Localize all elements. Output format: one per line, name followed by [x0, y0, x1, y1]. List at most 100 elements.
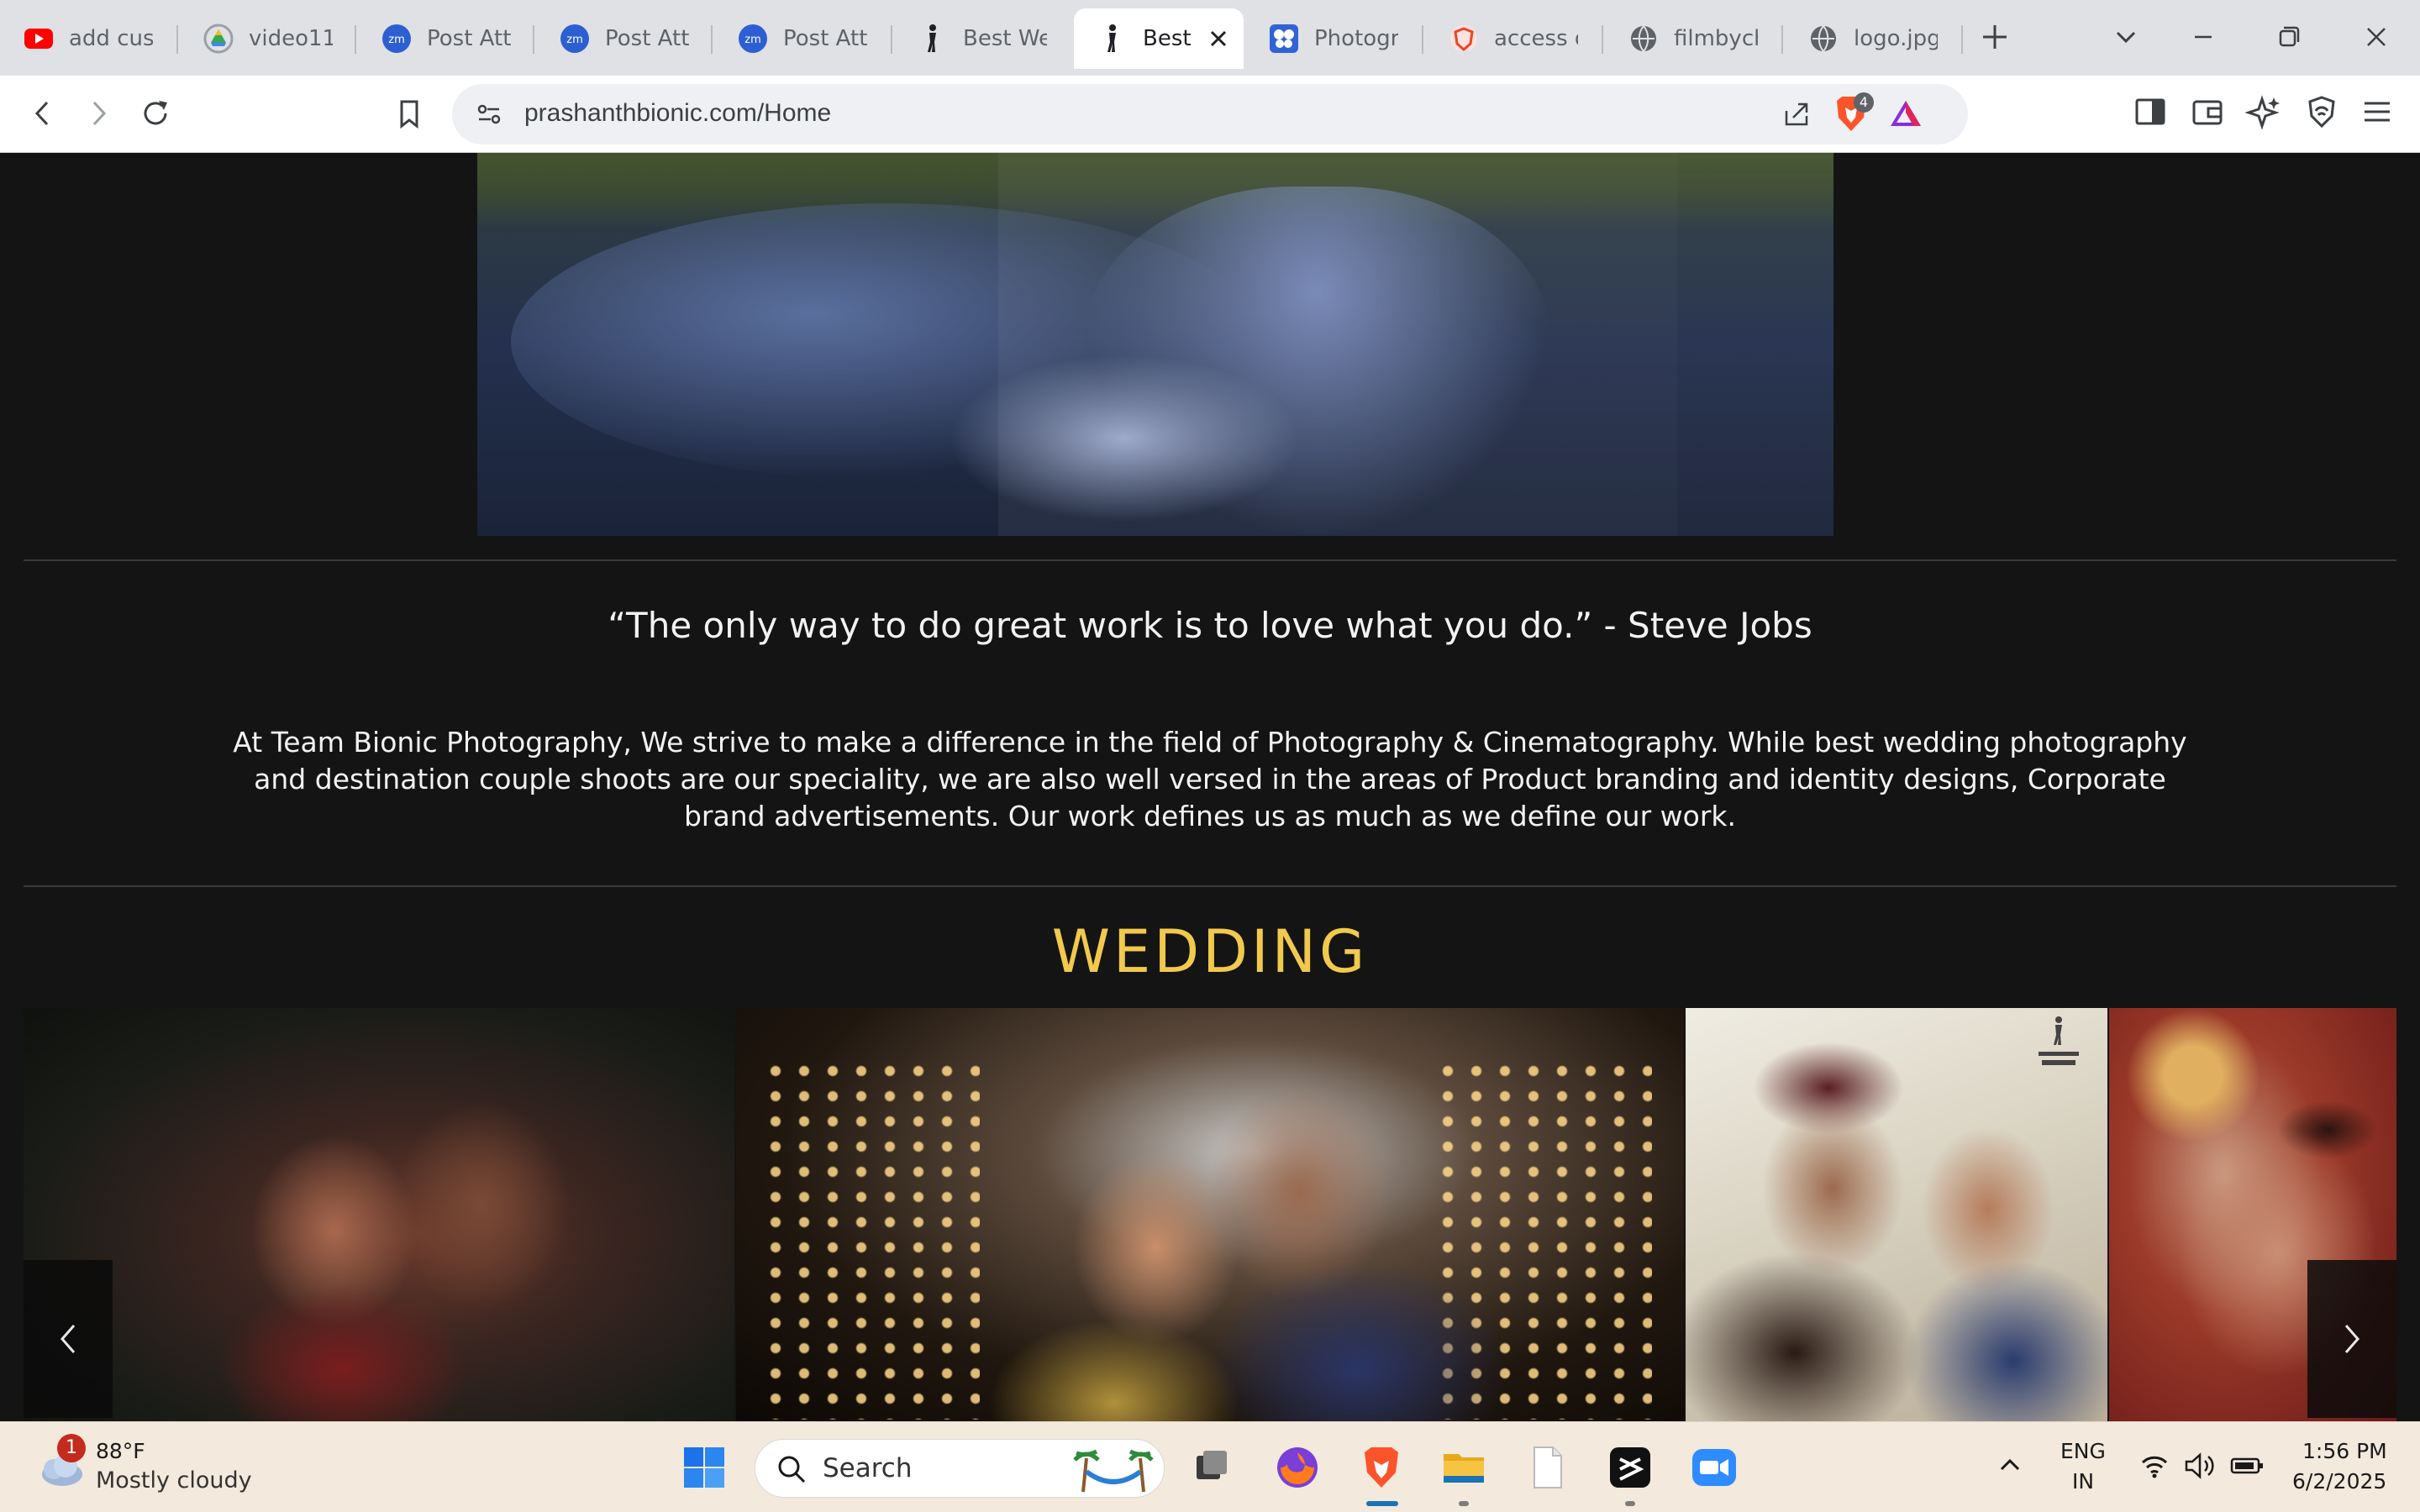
zoom-app-icon[interactable] [1689, 1442, 1739, 1493]
butterfly-icon [1269, 24, 1299, 54]
gallery-photo[interactable] [1686, 1008, 2107, 1421]
leo-ai-icon[interactable] [2244, 92, 2284, 131]
menu-icon[interactable] [2358, 92, 2396, 131]
globe-icon [1808, 24, 1839, 54]
section-divider [24, 559, 2396, 561]
section-divider [24, 885, 2396, 887]
tab-separator [1781, 25, 1783, 54]
gallery-photo[interactable] [24, 1008, 734, 1421]
tab-label: filmbych [1674, 26, 1758, 51]
tab-separator [1961, 25, 1963, 54]
weather-condition[interactable]: Mostly cloudy [96, 1467, 252, 1494]
beach-hammock-icon [1071, 1445, 1155, 1494]
minimize-icon[interactable] [2185, 18, 2222, 55]
tab-label: Post Att [605, 26, 689, 51]
chevron-up-icon[interactable] [1993, 1447, 2027, 1484]
tab-separator [533, 25, 534, 54]
bionic-logo-icon [1097, 24, 1128, 54]
url-text[interactable]: prashanthbionic.com/Home [524, 99, 831, 128]
tab-separator [1602, 25, 1603, 54]
tab-logo-jpg[interactable]: logo.jpg [1785, 8, 1963, 69]
tab-label: Photogr [1314, 26, 1398, 51]
wifi-icon[interactable] [2138, 1447, 2171, 1484]
back-arrow-icon[interactable] [24, 94, 62, 133]
google-drive-icon [203, 24, 234, 54]
tab-separator [711, 25, 713, 54]
tab-strip: add cust video11 zm Post Att zm Post Att… [0, 0, 2420, 76]
reload-icon[interactable] [136, 94, 175, 133]
gallery-photo[interactable] [736, 1008, 1684, 1421]
close-icon[interactable] [1207, 27, 1230, 50]
windows-taskbar: 1 88°F Mostly cloudy Search ENG IN 1:56 … [0, 1421, 2420, 1512]
globe-icon [1628, 24, 1659, 54]
tab-zoom-2[interactable]: zm Post Att [536, 8, 713, 69]
wallet-icon[interactable] [2188, 92, 2227, 131]
close-window-icon[interactable] [2358, 18, 2395, 55]
share-icon[interactable] [1778, 96, 1815, 133]
clock-time[interactable]: 1:56 PM [2302, 1439, 2387, 1463]
tab-label: add cust [69, 26, 153, 51]
gallery-next-button[interactable] [2307, 1260, 2396, 1418]
tab-youtube[interactable]: add cust [0, 8, 178, 69]
weather-temperature[interactable]: 88°F [96, 1439, 145, 1463]
bionic-logo-icon [918, 24, 948, 54]
active-app-indicator [1366, 1501, 1398, 1506]
tab-photography[interactable]: Photogr [1245, 8, 1423, 69]
zoom-icon: zm [560, 24, 590, 54]
tab-best-wedding-active[interactable]: Best [1074, 8, 1244, 69]
svg-text:zm: zm [744, 34, 761, 46]
youtube-icon [24, 24, 54, 54]
tab-separator [891, 25, 892, 54]
tab-zoom-3[interactable]: zm Post Att [714, 8, 892, 69]
tab-google-drive[interactable]: video11 [180, 8, 356, 69]
about-paragraph: At Team Bionic Photography, We strive to… [233, 726, 2187, 832]
tab-search-chevron-down-icon[interactable] [2107, 18, 2144, 55]
tab-label: video11 [249, 26, 333, 51]
capcut-icon[interactable] [1605, 1442, 1655, 1493]
taskbar-search-box[interactable]: Search [755, 1439, 1165, 1498]
restore-icon[interactable] [2270, 18, 2307, 55]
new-tab-button[interactable] [1975, 17, 2015, 57]
site-settings-icon[interactable] [471, 96, 508, 133]
zoom-icon: zm [381, 24, 412, 54]
volume-icon[interactable] [2181, 1447, 2218, 1484]
svg-text:zm: zm [388, 34, 405, 46]
brave-shields-icon[interactable]: 4 [1830, 92, 1874, 136]
sidebar-toggle-icon[interactable] [2131, 92, 2170, 131]
forward-arrow-icon[interactable] [79, 94, 118, 133]
tab-best-wedding-1[interactable]: Best We [894, 8, 1072, 69]
gallery-prev-button[interactable] [24, 1260, 113, 1418]
tab-access[interactable]: access d [1425, 8, 1603, 69]
tab-filmbych[interactable]: filmbych [1605, 8, 1783, 69]
clock-date[interactable]: 6/2/2025 [2292, 1469, 2386, 1494]
language-indicator[interactable]: ENG [2060, 1439, 2106, 1463]
tab-label: access d [1494, 26, 1578, 51]
page-content: “The only way to do great work is to lov… [0, 153, 2420, 1421]
search-icon [774, 1452, 809, 1487]
wedding-gallery [24, 1008, 2396, 1421]
shield-icon [1449, 24, 1479, 54]
tab-zoom-1[interactable]: zm Post Att [358, 8, 534, 69]
shields-count-badge: 4 [1854, 92, 1874, 113]
brave-rewards-icon[interactable] [1887, 96, 1924, 133]
hero-image [477, 153, 1833, 536]
task-view-icon[interactable] [1186, 1442, 1237, 1493]
bionic-watermark-icon [2033, 1015, 2084, 1077]
battery-icon[interactable] [2228, 1447, 2265, 1484]
quote-text: “The only way to do great work is to lov… [608, 605, 1812, 646]
tab-separator [1422, 25, 1423, 54]
firefox-icon[interactable] [1272, 1442, 1323, 1493]
file-explorer-icon[interactable] [1439, 1442, 1489, 1493]
tab-separator [176, 25, 178, 54]
language-region[interactable]: IN [2072, 1469, 2094, 1494]
browser-toolbar: prashanthbionic.com/Home 4 [0, 76, 2420, 153]
windows-start-icon[interactable] [679, 1442, 729, 1493]
vpn-shield-icon[interactable] [2302, 92, 2341, 131]
weather-badge: 1 [57, 1434, 86, 1462]
bookmark-icon[interactable] [390, 94, 429, 133]
document-file-icon[interactable] [1523, 1442, 1573, 1493]
running-app-indicator [1625, 1501, 1635, 1506]
tab-label: Best We [963, 26, 1047, 51]
address-bar[interactable]: prashanthbionic.com/Home 4 [452, 84, 1968, 144]
brave-browser-icon[interactable] [1356, 1442, 1407, 1493]
